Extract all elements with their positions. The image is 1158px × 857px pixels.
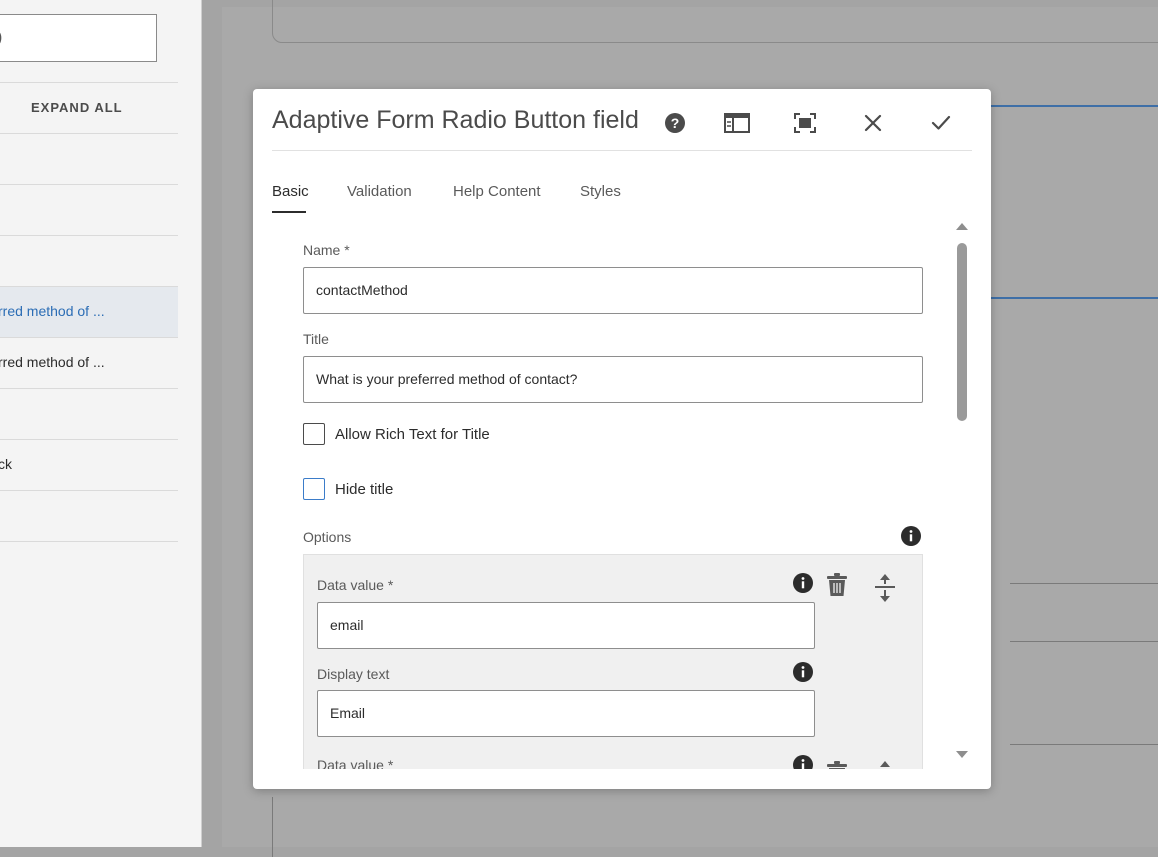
reorder-handle-icon[interactable] <box>874 573 896 603</box>
display-text-label: Display text <box>317 666 390 682</box>
tab-help-content[interactable]: Help Content <box>453 183 541 200</box>
info-icon[interactable] <box>793 662 813 682</box>
divider <box>0 541 178 542</box>
tree-item[interactable]: rred method of ... <box>0 338 178 388</box>
info-icon[interactable] <box>793 573 813 593</box>
layout-icon[interactable] <box>723 109 751 137</box>
info-icon[interactable] <box>793 755 813 769</box>
allow-rich-text-checkbox[interactable] <box>303 423 325 445</box>
divider <box>0 133 178 134</box>
component-divider <box>272 797 273 857</box>
hide-title-label: Hide title <box>335 481 394 498</box>
divider <box>0 82 178 83</box>
title-label: Title <box>303 331 329 347</box>
info-icon[interactable] <box>901 526 921 546</box>
scrollbar-thumb[interactable] <box>957 243 967 421</box>
dialog-title: Adaptive Form Radio Button field <box>272 106 639 134</box>
help-icon[interactable]: ? <box>661 109 689 137</box>
component-divider <box>1010 583 1158 584</box>
header-divider <box>272 150 972 151</box>
display-text-input[interactable]: Email <box>317 690 815 737</box>
allow-rich-text-label: Allow Rich Text for Title <box>335 426 490 443</box>
scroll-down-arrow-icon[interactable] <box>956 751 968 758</box>
data-value-input[interactable]: email <box>317 602 815 649</box>
basic-tab-panel: Name * contactMethod Title What is your … <box>253 219 991 769</box>
divider <box>0 388 178 389</box>
tab-basic[interactable]: Basic <box>272 183 309 200</box>
tree-item-label: ck <box>0 456 12 472</box>
content-tree-panel: ) EXPAND ALL rred method of ... rred met… <box>0 0 202 847</box>
component-divider <box>1010 641 1158 642</box>
scrollbar[interactable] <box>953 219 971 769</box>
svg-text:?: ? <box>671 115 680 131</box>
name-label: Name * <box>303 242 350 258</box>
active-tab-indicator <box>272 211 306 213</box>
divider <box>0 184 178 185</box>
name-input[interactable]: contactMethod <box>303 267 923 314</box>
fullscreen-icon[interactable] <box>791 109 819 137</box>
title-input[interactable]: What is your preferred method of contact… <box>303 356 923 403</box>
close-icon[interactable] <box>859 109 887 137</box>
tab-validation[interactable]: Validation <box>347 183 412 200</box>
component-config-dialog: Adaptive Form Radio Button field ? Basic… <box>253 89 991 789</box>
options-label: Options <box>303 529 352 545</box>
delete-icon[interactable] <box>826 573 850 599</box>
search-input-text-fragment: ) <box>0 29 2 47</box>
checkmark-icon[interactable] <box>927 109 955 137</box>
tree-search-input[interactable]: ) <box>0 14 157 62</box>
delete-icon[interactable] <box>826 761 850 769</box>
reorder-handle-icon[interactable] <box>874 760 896 769</box>
divider <box>0 235 178 236</box>
component-divider <box>1010 744 1158 745</box>
data-value-label: Data value * <box>317 577 394 593</box>
data-value-label: Data value * <box>317 757 394 769</box>
tree-item-label: rred method of ... <box>0 303 105 319</box>
tree-item-selected[interactable]: rred method of ... <box>0 287 178 337</box>
tab-styles[interactable]: Styles <box>580 183 621 200</box>
divider <box>0 490 178 491</box>
tree-item-label: rred method of ... <box>0 354 105 370</box>
tree-item[interactable]: ck <box>0 440 178 490</box>
options-multifield: Data value * email Display text Email Da… <box>303 554 923 769</box>
expand-all-button[interactable]: EXPAND ALL <box>31 100 123 115</box>
hide-title-checkbox[interactable] <box>303 478 325 500</box>
scroll-up-arrow-icon[interactable] <box>956 223 968 230</box>
form-component-outline <box>272 0 1158 43</box>
